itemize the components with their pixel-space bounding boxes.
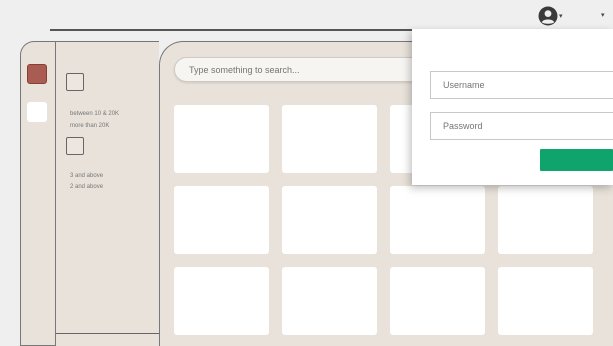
price-option-1[interactable]: between 10 & 20K	[70, 110, 119, 119]
product-card[interactable]	[174, 105, 269, 173]
user-menu-button[interactable]: ▾	[538, 6, 568, 26]
username-field[interactable]	[430, 71, 613, 99]
product-card[interactable]	[174, 186, 269, 254]
price-option-2[interactable]: more than 20K	[70, 122, 109, 131]
rating-option-1[interactable]: 3 and above	[70, 172, 103, 181]
user-circle-icon	[538, 6, 558, 26]
filter-panel-divider	[56, 333, 160, 334]
color-swatch-red[interactable]	[27, 64, 47, 84]
login-popover	[412, 29, 613, 185]
product-card[interactable]	[498, 186, 593, 254]
product-card[interactable]	[282, 105, 377, 173]
product-card[interactable]	[282, 186, 377, 254]
color-swatch-white[interactable]	[27, 102, 47, 122]
caret-down-icon: ▾	[559, 12, 563, 20]
product-card[interactable]	[282, 267, 377, 335]
password-field[interactable]	[430, 112, 613, 140]
color-rail	[20, 41, 55, 346]
product-card[interactable]	[174, 267, 269, 335]
product-card[interactable]	[390, 267, 485, 335]
filter-panel: between 10 & 20K more than 20K 3 and abo…	[55, 41, 160, 346]
login-button[interactable]	[540, 149, 613, 171]
price-filter-checkbox[interactable]	[66, 73, 84, 91]
menu-caret-down-icon[interactable]: ▾	[601, 11, 605, 19]
product-card[interactable]	[390, 186, 485, 254]
rating-filter-checkbox[interactable]	[66, 137, 84, 155]
rating-option-2[interactable]: 2 and above	[70, 183, 103, 192]
app-root: ▾ ▾ between 10 & 20K more than 20K 3 and…	[0, 0, 613, 346]
product-card[interactable]	[498, 267, 593, 335]
